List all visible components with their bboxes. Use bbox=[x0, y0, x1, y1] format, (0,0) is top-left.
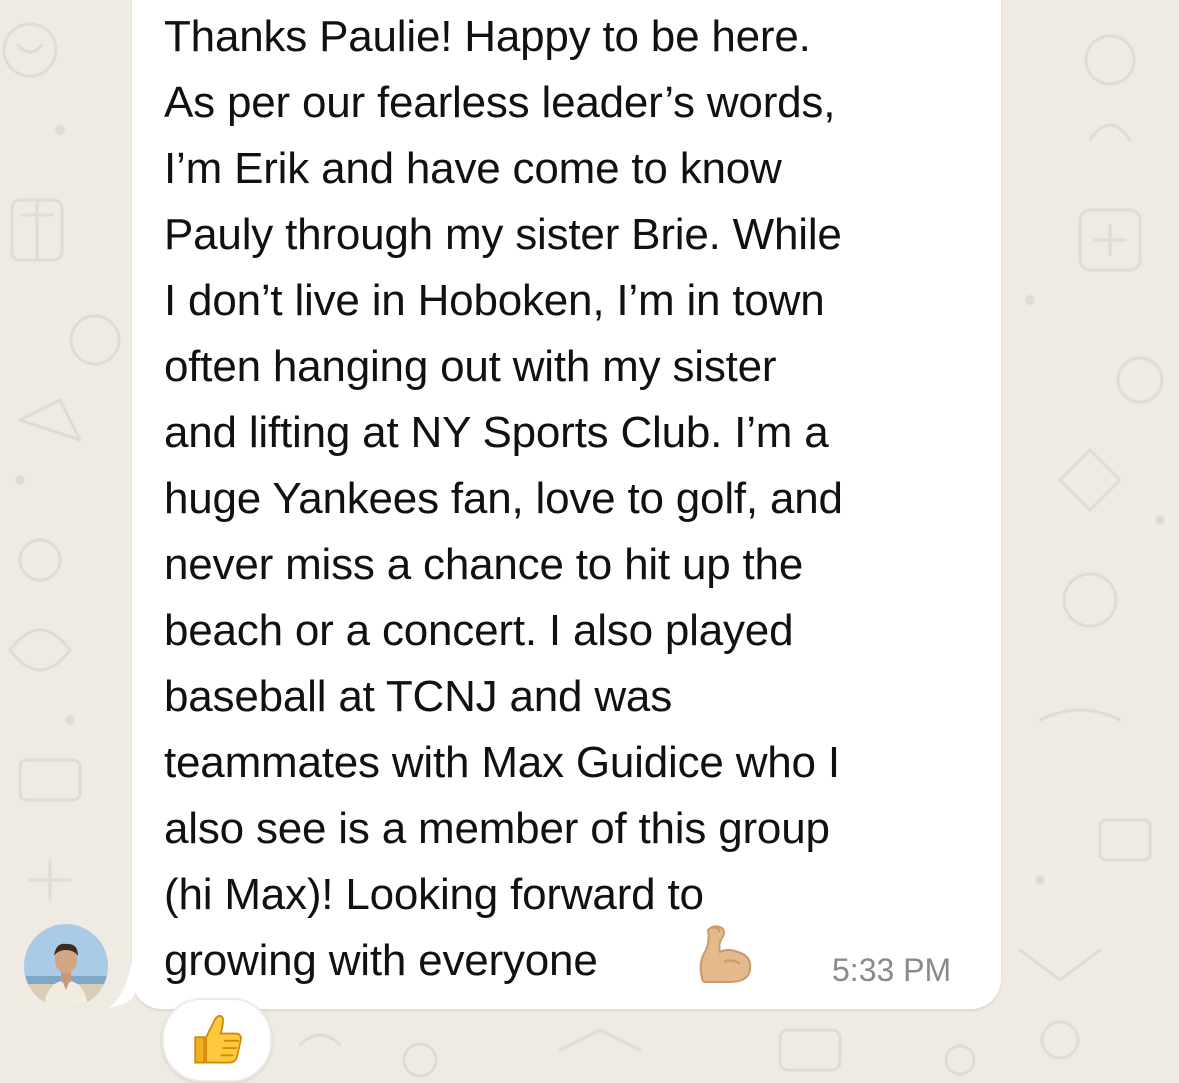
message-text: Thanks Paulie! Happy to be here. As per … bbox=[164, 12, 843, 985]
sender-avatar[interactable] bbox=[24, 924, 108, 1008]
flexed-biceps-icon bbox=[699, 925, 752, 983]
thumbs-up-icon bbox=[194, 1014, 242, 1064]
message-timestamp: 5:33 PM bbox=[832, 952, 952, 988]
profile-photo bbox=[24, 924, 108, 1008]
message-bubble-tail bbox=[108, 960, 136, 1008]
reaction-pill[interactable] bbox=[162, 998, 272, 1082]
